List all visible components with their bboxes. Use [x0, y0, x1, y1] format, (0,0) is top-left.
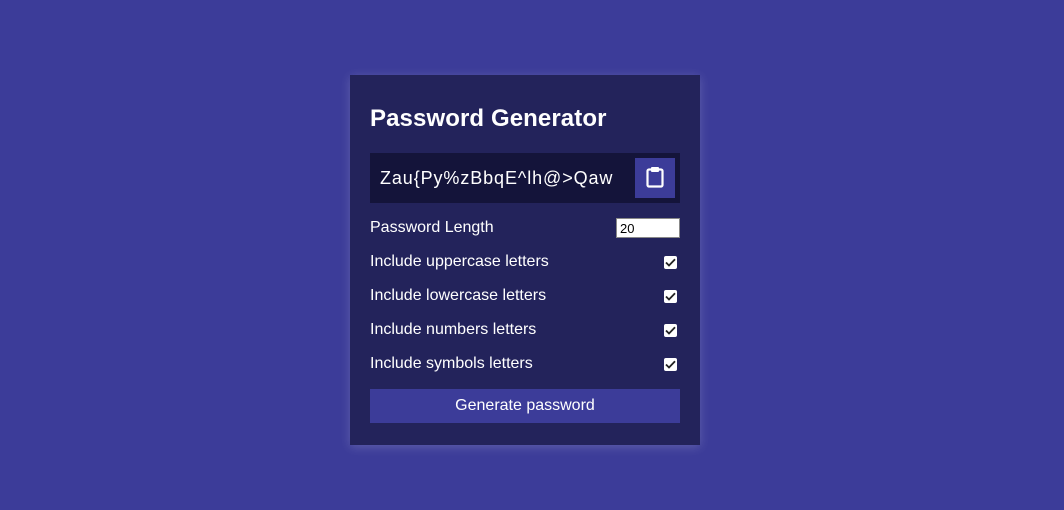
setting-uppercase: Include uppercase letters [370, 251, 680, 273]
numbers-checkbox[interactable] [664, 323, 677, 337]
length-label: Password Length [370, 219, 494, 236]
settings: Password Length Include uppercase letter… [370, 217, 680, 375]
copy-to-clipboard-button[interactable] [635, 158, 675, 198]
symbols-checkbox[interactable] [664, 357, 677, 371]
password-result: Zau{Py%zBbqE^lh@>Qaw [380, 167, 614, 188]
numbers-label: Include numbers letters [370, 321, 537, 338]
clipboard-icon [646, 166, 664, 191]
lowercase-checkbox[interactable] [664, 289, 677, 303]
uppercase-checkbox[interactable] [664, 255, 677, 269]
symbols-label: Include symbols letters [370, 355, 533, 372]
password-result-container: Zau{Py%zBbqE^lh@>Qaw [370, 153, 680, 203]
setting-length: Password Length [370, 217, 680, 239]
lowercase-label: Include lowercase letters [370, 287, 547, 304]
generate-password-button[interactable]: Generate password [370, 389, 680, 423]
password-generator-card: Password Generator Zau{Py%zBbqE^lh@>Qaw … [350, 75, 700, 445]
length-input[interactable] [616, 218, 680, 238]
setting-symbols: Include symbols letters [370, 353, 680, 375]
page-title: Password Generator [370, 105, 607, 132]
setting-lowercase: Include lowercase letters [370, 285, 680, 307]
setting-numbers: Include numbers letters [370, 319, 680, 341]
uppercase-label: Include uppercase letters [370, 253, 549, 270]
